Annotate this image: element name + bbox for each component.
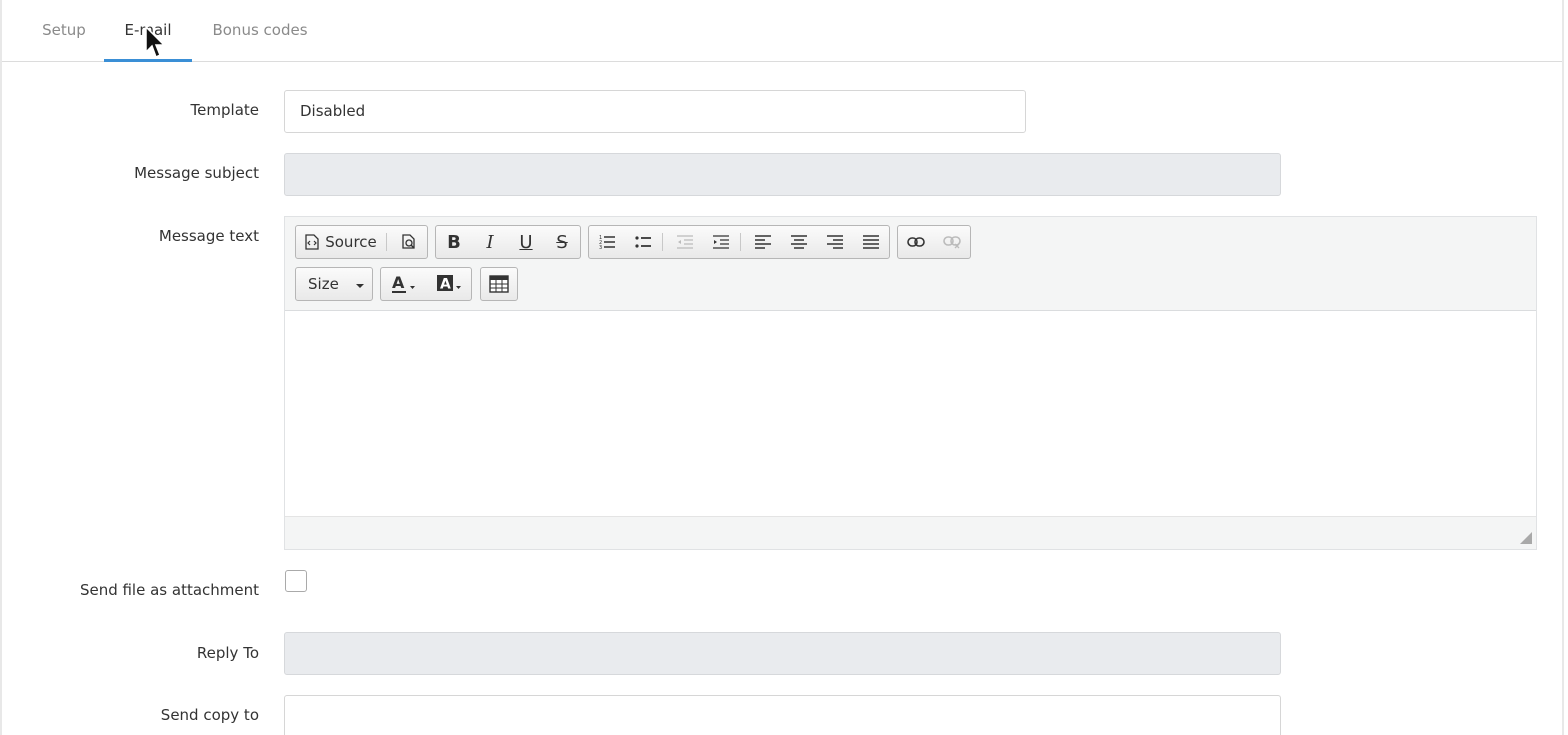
send-copy-to-input[interactable] (284, 695, 1281, 735)
toolbar-separator (740, 233, 741, 251)
send-file-attachment-label: Send file as attachment (79, 581, 259, 599)
editor-content-area[interactable] (285, 312, 1536, 516)
font-size-dropdown[interactable]: Size (295, 267, 373, 301)
message-subject-input[interactable] (284, 153, 1281, 196)
font-size-button[interactable]: Size (296, 268, 372, 300)
resize-handle-icon[interactable] (1520, 532, 1532, 544)
page-frame-right (1562, 0, 1564, 735)
preview-icon (401, 234, 417, 250)
bold-button[interactable]: B (436, 226, 472, 258)
reply-to-label: Reply To (196, 644, 259, 662)
align-left-icon (755, 235, 771, 249)
svg-text:A: A (440, 277, 451, 293)
text-color-button[interactable]: A (381, 268, 427, 300)
text-color-icon: A (390, 274, 418, 294)
tab-bar: Setup E-mail Bonus codes (2, 0, 1562, 62)
justify-icon (863, 235, 879, 249)
send-copy-to-label: Send copy to (160, 706, 259, 724)
source-icon (305, 234, 319, 250)
bulleted-list-button[interactable] (625, 226, 661, 258)
message-subject-label: Message subject (134, 164, 259, 182)
page-frame-left (0, 0, 2, 735)
align-center-icon (791, 235, 807, 249)
strikethrough-icon: S (556, 231, 568, 253)
indent-button[interactable] (703, 226, 739, 258)
justify-button[interactable] (853, 226, 889, 258)
tab-bonus-codes[interactable]: Bonus codes (208, 0, 312, 62)
source-button[interactable]: Source (296, 226, 386, 258)
svg-text:A: A (392, 274, 405, 292)
align-left-button[interactable] (745, 226, 781, 258)
toolbar-group-insert (480, 267, 518, 301)
background-color-icon: A (436, 274, 464, 294)
link-icon (907, 236, 925, 248)
indent-icon (713, 234, 729, 250)
outdent-button[interactable] (667, 226, 703, 258)
toolbar-group-document: Source (295, 225, 428, 259)
svg-text:3: 3 (599, 245, 602, 250)
toolbar-group-basic-styles: B I U S (435, 225, 581, 259)
template-label: Template (190, 101, 259, 119)
italic-button[interactable]: I (472, 226, 508, 258)
underline-icon: U (519, 231, 533, 253)
template-select[interactable]: Disabled (284, 90, 1026, 133)
bold-icon: B (447, 231, 461, 253)
editor-status-bar (285, 516, 1536, 549)
toolbar-group-links (897, 225, 971, 259)
table-button[interactable] (481, 268, 517, 300)
outdent-icon (677, 234, 693, 250)
preview-button[interactable] (391, 226, 427, 258)
message-text-label: Message text (158, 227, 259, 245)
mouse-cursor-icon (145, 26, 166, 59)
numbered-list-button[interactable]: 123 (589, 226, 625, 258)
table-icon (489, 275, 509, 293)
align-right-button[interactable] (817, 226, 853, 258)
editor-toolbar: Source B I U S 123 Size A A (285, 217, 1536, 311)
source-label: Source (325, 233, 377, 251)
strikethrough-button[interactable]: S (544, 226, 580, 258)
toolbar-separator (386, 233, 387, 251)
link-button[interactable] (898, 226, 934, 258)
toolbar-group-paragraph: 123 (588, 225, 890, 259)
unlink-button[interactable] (934, 226, 970, 258)
italic-icon: I (486, 231, 494, 253)
toolbar-separator (662, 233, 663, 251)
chevron-down-icon (356, 284, 364, 288)
unlink-icon (943, 235, 961, 249)
reply-to-input[interactable] (284, 632, 1281, 675)
toolbar-group-colors: A A (380, 267, 472, 301)
tab-setup[interactable]: Setup (40, 0, 88, 62)
align-right-icon (827, 235, 843, 249)
underline-button[interactable]: U (508, 226, 544, 258)
background-color-button[interactable]: A (427, 268, 473, 300)
rich-text-editor: Source B I U S 123 Size A A (284, 216, 1537, 550)
bulleted-list-icon (635, 234, 651, 250)
font-size-label: Size (308, 275, 339, 293)
align-center-button[interactable] (781, 226, 817, 258)
numbered-list-icon: 123 (599, 234, 615, 250)
send-file-attachment-checkbox[interactable] (285, 570, 307, 592)
